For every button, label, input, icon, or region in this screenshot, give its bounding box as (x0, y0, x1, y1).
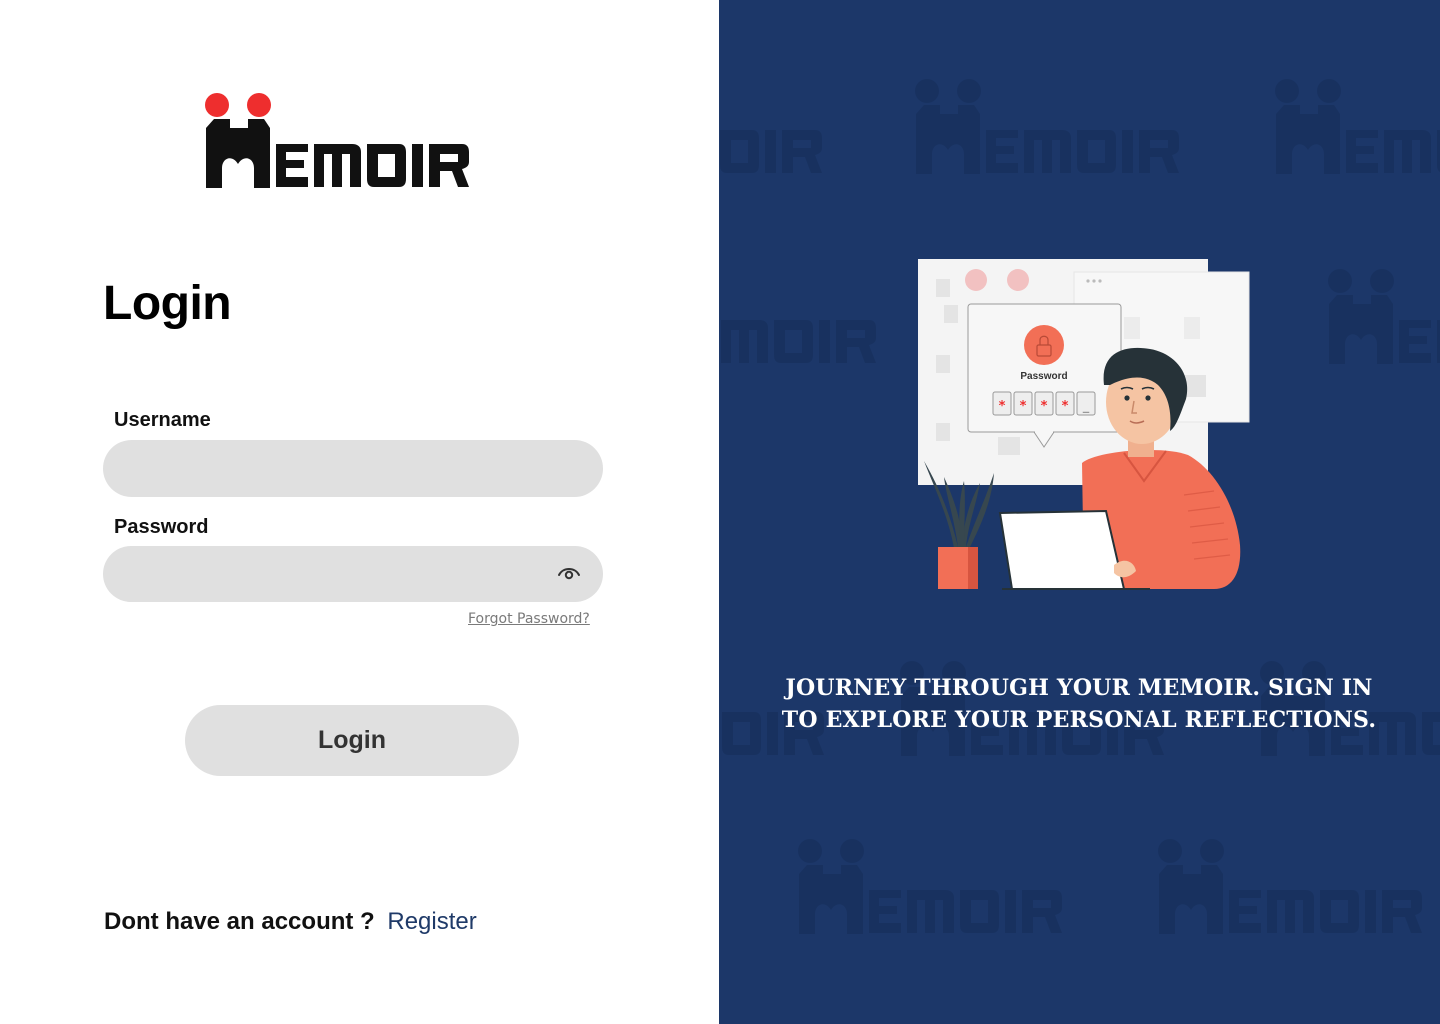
mask-char: * (1062, 399, 1069, 414)
eye-icon[interactable] (556, 564, 582, 582)
login-panel: Login Username Password Forgot Password?… (0, 0, 719, 1024)
username-label: Username (114, 409, 211, 431)
forgot-password-link[interactable]: Forgot Password? (468, 611, 590, 627)
watermark-logo (719, 78, 839, 178)
login-illustration: Password * * * * _ (918, 259, 1250, 590)
register-link[interactable]: Register (387, 908, 476, 935)
watermark-logo (1274, 78, 1440, 178)
mask-char: * (1020, 399, 1027, 414)
hero-tagline: JOURNEY THROUGH YOUR MEMOIR. SIGN IN TO … (781, 675, 1377, 733)
username-input[interactable] (103, 440, 603, 497)
password-label: Password (114, 516, 209, 538)
mask-char: * (1041, 399, 1048, 414)
watermark-logo (719, 268, 893, 368)
register-row: Dont have an account ? Register (104, 908, 477, 936)
hero-panel: Password * * * * _ JOURNEY THROUGH YOUR … (719, 0, 1440, 1024)
memoir-logo (205, 93, 469, 188)
register-prompt: Dont have an account ? (104, 908, 375, 935)
password-input[interactable] (103, 546, 603, 602)
watermark-logo (914, 78, 1196, 178)
watermark-logo (1157, 838, 1439, 938)
page-title: Login (103, 277, 232, 330)
mask-char: * (999, 399, 1006, 414)
illustration-password-label: Password (1020, 371, 1067, 382)
watermark-logo (1327, 268, 1440, 368)
mask-char: _ (1083, 399, 1090, 414)
login-button[interactable]: Login (185, 705, 519, 776)
watermark-logo (797, 838, 1079, 938)
